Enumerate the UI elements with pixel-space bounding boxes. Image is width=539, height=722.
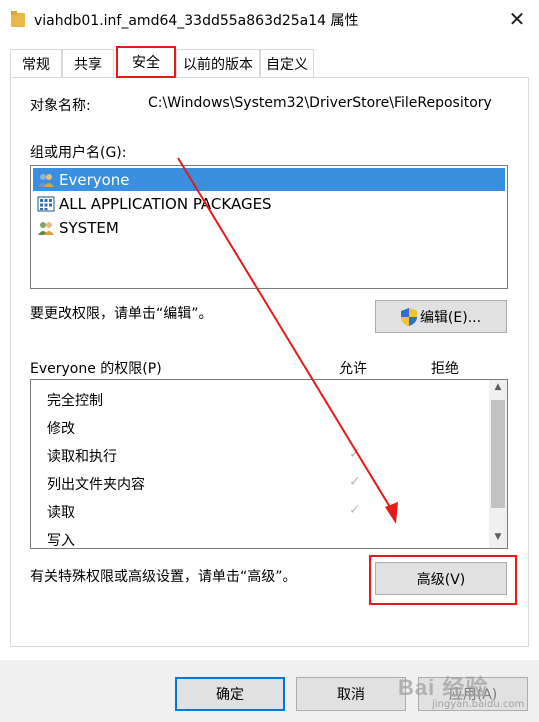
- permission-full-control: 完全控制: [47, 393, 103, 409]
- tab-security[interactable]: 安全: [116, 46, 176, 78]
- uac-shield-icon: [400, 307, 417, 326]
- edit-button-label: 编辑(E)...: [419, 309, 482, 326]
- tab-share[interactable]: 共享: [62, 49, 114, 77]
- tab-general[interactable]: 常规: [10, 49, 62, 77]
- scroll-thumb[interactable]: [491, 400, 505, 508]
- permissions-list[interactable]: 完全控制 修改 读取和执行 ✓ 列出文件夹内容 ✓ 读取 ✓ 写入 ▲ ▼: [30, 379, 508, 549]
- group-item-system[interactable]: SYSTEM: [33, 216, 505, 239]
- permission-read: 读取: [47, 505, 75, 521]
- deny-column-header: 拒绝: [431, 361, 459, 377]
- close-button[interactable]: ✕: [500, 4, 534, 34]
- advanced-highlight-box: [369, 555, 517, 605]
- object-name-label: 对象名称:: [30, 98, 91, 114]
- cancel-button[interactable]: 取消: [296, 677, 406, 711]
- allow-check-icon: ✓: [349, 446, 361, 462]
- allow-check-icon: ✓: [349, 502, 361, 518]
- allow-column-header: 允许: [339, 361, 367, 377]
- object-name-value[interactable]: C:\Windows\System32\DriverStore\FileRepo…: [148, 95, 510, 111]
- groups-label: 组或用户名(G):: [30, 145, 127, 161]
- users-icon: [38, 221, 54, 235]
- users-icon: [38, 173, 54, 187]
- scroll-up-arrow-icon[interactable]: ▲: [489, 382, 507, 396]
- allow-check-icon: ✓: [349, 474, 361, 490]
- app-packages-icon: [37, 195, 55, 212]
- group-item-label: ALL APPLICATION PACKAGES: [59, 194, 272, 213]
- permission-modify: 修改: [47, 421, 75, 437]
- group-item-label: Everyone: [59, 170, 130, 189]
- baidu-watermark-url: jingyan.baidu.com: [432, 699, 525, 710]
- edit-button[interactable]: 编辑(E)...: [375, 300, 507, 333]
- permissions-scrollbar[interactable]: ▲ ▼: [489, 380, 507, 548]
- ok-button[interactable]: 确定: [175, 677, 285, 711]
- permission-list-folder: 列出文件夹内容: [47, 477, 145, 493]
- tab-previous-versions[interactable]: 以前的版本: [176, 49, 260, 77]
- group-item-all-application-packages[interactable]: ALL APPLICATION PACKAGES: [33, 192, 505, 215]
- scroll-down-arrow-icon[interactable]: ▼: [489, 532, 507, 546]
- permission-write: 写入: [47, 533, 75, 549]
- folder-icon: [11, 11, 25, 27]
- group-item-label: SYSTEM: [59, 218, 119, 237]
- permission-read-execute: 读取和执行: [47, 449, 117, 465]
- group-item-everyone[interactable]: Everyone: [33, 168, 505, 191]
- tab-custom[interactable]: 自定义: [260, 49, 314, 77]
- edit-hint: 要更改权限，请单击“编辑”。: [30, 306, 213, 322]
- baidu-watermark: Bai 经验: [398, 675, 489, 700]
- advanced-hint: 有关特殊权限或高级设置，请单击“高级”。: [30, 569, 297, 585]
- window-title: viahdb01.inf_amd64_33dd55a863d25a14 属性: [34, 13, 359, 29]
- permissions-label: Everyone 的权限(P): [30, 361, 162, 377]
- groups-list[interactable]: Everyone ALL APPLICATION PACKAGES SYSTEM: [30, 165, 508, 289]
